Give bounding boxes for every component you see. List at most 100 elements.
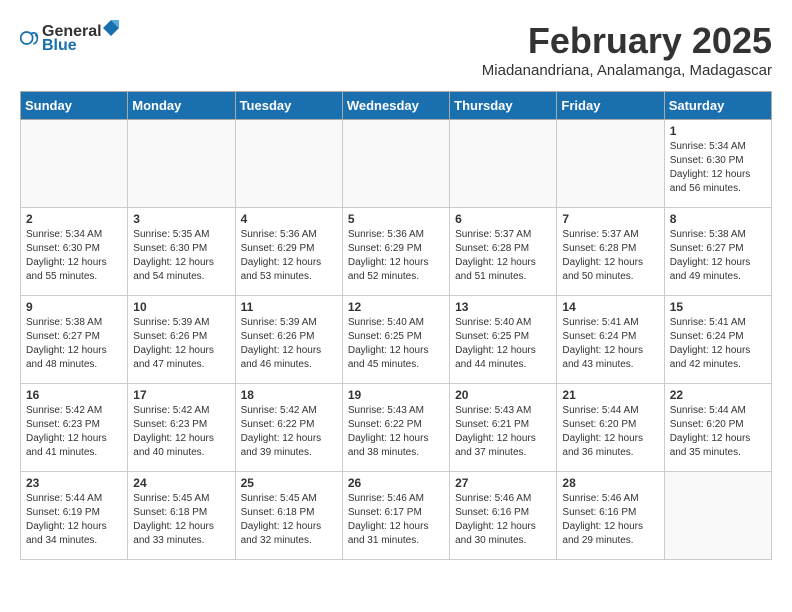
table-row: 24 Sunrise: 5:45 AM Sunset: 6:18 PM Dayli… (128, 472, 235, 560)
table-row: 25 Sunrise: 5:45 AM Sunset: 6:18 PM Dayli… (235, 472, 342, 560)
table-row: 1 Sunrise: 5:34 AM Sunset: 6:30 PM Daylig… (664, 120, 771, 208)
table-row: 9 Sunrise: 5:38 AM Sunset: 6:27 PM Daylig… (21, 296, 128, 384)
table-row: 28 Sunrise: 5:46 AM Sunset: 6:16 PM Dayli… (557, 472, 664, 560)
day-number: 16 (26, 388, 122, 402)
day-info: Sunrise: 5:44 AM Sunset: 6:20 PM Dayligh… (562, 404, 658, 460)
logo: General Blue (20, 20, 120, 55)
day-number: 18 (241, 388, 337, 402)
table-row: 6 Sunrise: 5:37 AM Sunset: 6:28 PM Daylig… (450, 208, 557, 296)
day-number: 3 (133, 212, 229, 226)
day-number: 17 (133, 388, 229, 402)
table-row (128, 120, 235, 208)
day-info: Sunrise: 5:43 AM Sunset: 6:22 PM Dayligh… (348, 404, 444, 460)
table-row: 10 Sunrise: 5:39 AM Sunset: 6:26 PM Dayli… (128, 296, 235, 384)
day-number: 22 (670, 388, 766, 402)
table-row: 14 Sunrise: 5:41 AM Sunset: 6:24 PM Dayli… (557, 296, 664, 384)
day-info: Sunrise: 5:45 AM Sunset: 6:18 PM Dayligh… (133, 492, 229, 548)
table-row: 15 Sunrise: 5:41 AM Sunset: 6:24 PM Dayli… (664, 296, 771, 384)
day-number: 25 (241, 476, 337, 490)
day-info: Sunrise: 5:40 AM Sunset: 6:25 PM Dayligh… (348, 316, 444, 372)
table-row: 26Sunrise: 5:46 AM Sunset: 6:17 PM Dayli… (342, 472, 449, 560)
day-number: 13 (455, 300, 551, 314)
day-info: Sunrise: 5:41 AM Sunset: 6:24 PM Dayligh… (562, 316, 658, 372)
calendar-week-row: 23 Sunrise: 5:44 AM Sunset: 6:19 PM Dayli… (21, 472, 772, 560)
day-info: Sunrise: 5:38 AM Sunset: 6:27 PM Dayligh… (670, 228, 766, 284)
table-row (450, 120, 557, 208)
day-number: 2 (26, 212, 122, 226)
day-info: Sunrise: 5:42 AM Sunset: 6:23 PM Dayligh… (133, 404, 229, 460)
table-row: 11 Sunrise: 5:39 AM Sunset: 6:26 PM Dayli… (235, 296, 342, 384)
day-number: 23 (26, 476, 122, 490)
day-info: Sunrise: 5:37 AM Sunset: 6:28 PM Dayligh… (562, 228, 658, 284)
day-number: 12 (348, 300, 444, 314)
day-info: Sunrise: 5:36 AM Sunset: 6:29 PM Dayligh… (348, 228, 444, 284)
table-row: 3 Sunrise: 5:35 AM Sunset: 6:30 PM Daylig… (128, 208, 235, 296)
day-number: 9 (26, 300, 122, 314)
day-info: Sunrise: 5:39 AM Sunset: 6:26 PM Dayligh… (241, 316, 337, 372)
table-row (557, 120, 664, 208)
table-row: 16Sunrise: 5:42 AM Sunset: 6:23 PM Dayli… (21, 384, 128, 472)
day-info: Sunrise: 5:34 AM Sunset: 6:30 PM Dayligh… (670, 140, 766, 196)
table-row: 7 Sunrise: 5:37 AM Sunset: 6:28 PM Daylig… (557, 208, 664, 296)
table-row (235, 120, 342, 208)
header-monday: Monday (128, 92, 235, 120)
day-number: 21 (562, 388, 658, 402)
day-info: Sunrise: 5:46 AM Sunset: 6:16 PM Dayligh… (562, 492, 658, 548)
day-info: Sunrise: 5:36 AM Sunset: 6:29 PM Dayligh… (241, 228, 337, 284)
table-row (21, 120, 128, 208)
day-number: 6 (455, 212, 551, 226)
day-number: 20 (455, 388, 551, 402)
logo-arrow (103, 20, 119, 36)
day-info: Sunrise: 5:44 AM Sunset: 6:19 PM Dayligh… (26, 492, 122, 548)
table-row: 8 Sunrise: 5:38 AM Sunset: 6:27 PM Daylig… (664, 208, 771, 296)
day-info: Sunrise: 5:38 AM Sunset: 6:27 PM Dayligh… (26, 316, 122, 372)
header-saturday: Saturday (664, 92, 771, 120)
day-number: 19 (348, 388, 444, 402)
table-row: 17 Sunrise: 5:42 AM Sunset: 6:23 PM Dayli… (128, 384, 235, 472)
day-info: Sunrise: 5:46 AM Sunset: 6:16 PM Dayligh… (455, 492, 551, 548)
day-number: 26 (348, 476, 444, 490)
location-subtitle: Miadanandriana, Analamanga, Madagascar (482, 62, 772, 79)
day-number: 14 (562, 300, 658, 314)
table-row: 13 Sunrise: 5:40 AM Sunset: 6:25 PM Dayli… (450, 296, 557, 384)
day-number: 27 (455, 476, 551, 490)
day-number: 1 (670, 124, 766, 138)
calendar-week-row: 2 Sunrise: 5:34 AM Sunset: 6:30 PM Daylig… (21, 208, 772, 296)
table-row: 2 Sunrise: 5:34 AM Sunset: 6:30 PM Daylig… (21, 208, 128, 296)
day-number: 10 (133, 300, 229, 314)
header-wednesday: Wednesday (342, 92, 449, 120)
day-number: 24 (133, 476, 229, 490)
table-row: 23 Sunrise: 5:44 AM Sunset: 6:19 PM Dayli… (21, 472, 128, 560)
day-info: Sunrise: 5:42 AM Sunset: 6:22 PM Dayligh… (241, 404, 337, 460)
table-row: 20Sunrise: 5:43 AM Sunset: 6:21 PM Dayli… (450, 384, 557, 472)
day-number: 28 (562, 476, 658, 490)
day-number: 7 (562, 212, 658, 226)
logo-icon (20, 28, 40, 48)
day-number: 15 (670, 300, 766, 314)
table-row: 27 Sunrise: 5:46 AM Sunset: 6:16 PM Dayli… (450, 472, 557, 560)
day-info: Sunrise: 5:44 AM Sunset: 6:20 PM Dayligh… (670, 404, 766, 460)
header-sunday: Sunday (21, 92, 128, 120)
day-info: Sunrise: 5:34 AM Sunset: 6:30 PM Dayligh… (26, 228, 122, 284)
calendar-week-row: 9 Sunrise: 5:38 AM Sunset: 6:27 PM Daylig… (21, 296, 772, 384)
calendar-week-row: 16 Sunrise: 5:42 AM Sunset: 6:23 PM Dayli… (21, 384, 772, 472)
day-number: 8 (670, 212, 766, 226)
table-row: 4 Sunrise: 5:36 AM Sunset: 6:29 PM Daylig… (235, 208, 342, 296)
day-info: Sunrise: 5:45 AM Sunset: 6:18 PM Dayligh… (241, 492, 337, 548)
header-tuesday: Tuesday (235, 92, 342, 120)
day-info: Sunrise: 5:35 AM Sunset: 6:30 PM Dayligh… (133, 228, 229, 284)
day-info: Sunrise: 5:40 AM Sunset: 6:25 PM Dayligh… (455, 316, 551, 372)
table-row: 12 Sunrise: 5:40 AM Sunset: 6:25 PM Dayli… (342, 296, 449, 384)
day-number: 11 (241, 300, 337, 314)
table-row (342, 120, 449, 208)
table-row: 21 Sunrise: 5:44 AM Sunset: 6:20 PM Dayli… (557, 384, 664, 472)
day-info: Sunrise: 5:37 AM Sunset: 6:28 PM Dayligh… (455, 228, 551, 284)
day-info: Sunrise: 5:41 AM Sunset: 6:24 PM Dayligh… (670, 316, 766, 372)
table-row (664, 472, 771, 560)
day-info: Sunrise: 5:39 AM Sunset: 6:26 PM Dayligh… (133, 316, 229, 372)
day-number: 4 (241, 212, 337, 226)
days-header-row: Sunday Monday Tuesday Wednesday Thursday… (21, 92, 772, 120)
month-year-title: February 2025 (482, 20, 772, 62)
table-row: 19 Sunrise: 5:43 AM Sunset: 6:22 PM Dayli… (342, 384, 449, 472)
header-friday: Friday (557, 92, 664, 120)
